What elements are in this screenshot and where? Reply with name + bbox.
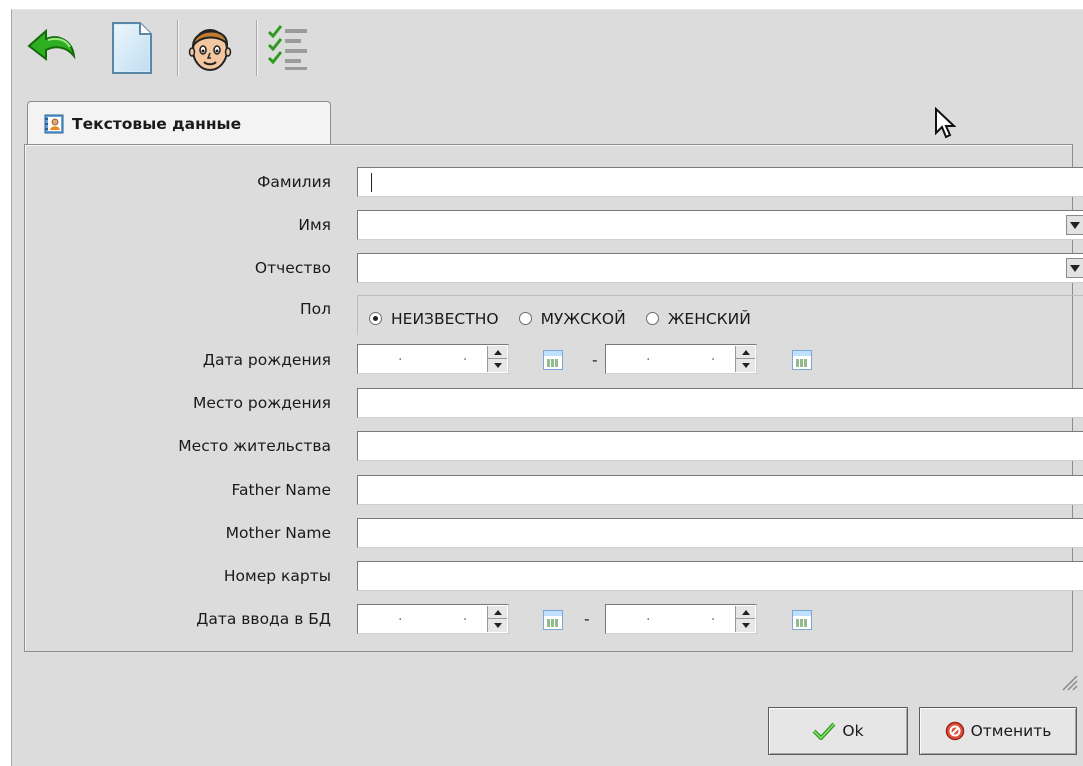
calendar-icon[interactable] (792, 350, 812, 370)
residence-input[interactable] (357, 431, 1083, 461)
cancel-button[interactable]: Отменить (919, 707, 1077, 755)
gender-option-label: МУЖСКОЙ (540, 309, 626, 328)
spin-down-icon (493, 622, 502, 628)
spin-down-icon (493, 362, 502, 368)
chevron-down-icon (1070, 221, 1080, 229)
spin-down-icon (741, 622, 750, 628)
first-name-label: Имя (298, 216, 331, 234)
date-spinner[interactable] (735, 606, 755, 632)
range-separator: - (592, 351, 598, 369)
calendar-icon[interactable] (543, 350, 563, 370)
first-name-dropdown-button[interactable] (1066, 215, 1083, 235)
date-mask: . . (398, 608, 496, 624)
spin-up-icon (741, 609, 750, 615)
residence-label: Место жительства (178, 437, 331, 455)
date-mask: . . (646, 608, 744, 624)
birth-date-label: Дата рождения (202, 351, 331, 369)
entry-date-to-input[interactable]: . . (605, 604, 757, 634)
back-button[interactable] (26, 18, 78, 78)
radio-selected[interactable] (369, 312, 382, 325)
gender-option-label: НЕИЗВЕСТНО (391, 309, 499, 328)
father-name-label: Father Name (231, 481, 331, 499)
chevron-down-icon (1070, 264, 1080, 272)
spin-up-icon (493, 609, 502, 615)
birth-place-input[interactable] (357, 388, 1083, 418)
back-arrow-icon (27, 28, 76, 62)
date-mask: . . (398, 348, 496, 364)
calendar-icon[interactable] (792, 610, 812, 630)
entry-date-label: Дата ввода в БД (196, 610, 331, 628)
mother-name-label: Mother Name (225, 524, 331, 542)
birth-place-label: Место рождения (193, 394, 331, 412)
date-spinner[interactable] (735, 346, 755, 372)
tab-label: Текстовые данные (72, 114, 242, 133)
date-mask: . . (646, 348, 744, 364)
gender-option-unknown[interactable]: НЕИЗВЕСТНО (369, 310, 499, 328)
last-name-label: Фамилия (257, 173, 331, 191)
date-spinner[interactable] (487, 606, 507, 632)
toolbar-separator (177, 20, 179, 76)
gender-option-female[interactable]: ЖЕНСКИЙ (645, 309, 751, 328)
father-name-input[interactable] (357, 475, 1083, 505)
patronymic-dropdown-button[interactable] (1066, 258, 1083, 278)
person-button[interactable] (184, 18, 236, 78)
address-book-icon (44, 114, 64, 133)
gender-radio-group: НЕИЗВЕСТНО МУЖСКОЙ ЖЕНСКИЙ (357, 295, 1083, 335)
spin-up-icon (493, 349, 502, 355)
ok-button[interactable]: Ok (768, 707, 908, 755)
radio-unselected[interactable] (518, 312, 532, 325)
calendar-icon[interactable] (543, 610, 563, 630)
toolbar-separator (256, 20, 258, 76)
resize-grip-icon[interactable] (1060, 673, 1078, 691)
patronymic-label: Отчество (254, 259, 331, 277)
radio-unselected[interactable] (645, 312, 659, 325)
birth-date-from-input[interactable]: . . (357, 344, 509, 374)
new-document-icon (112, 22, 152, 74)
range-separator: - (584, 610, 590, 628)
person-face-icon (188, 29, 232, 71)
last-name-input[interactable] (357, 167, 1083, 197)
text-caret (371, 173, 372, 192)
text-data-panel: Фамилия Имя Отчество Пол НЕИЗВЕСТНО МУЖС… (24, 144, 1083, 652)
ok-button-label: Ok (842, 722, 864, 740)
tab-text-data[interactable]: Текстовые данные (27, 101, 331, 145)
first-name-combo[interactable] (357, 210, 1083, 240)
checklist-button[interactable] (262, 18, 314, 78)
spin-up-icon (741, 349, 750, 355)
dialog-window: Текстовые данные Фамилия Имя Отчество По… (11, 9, 1083, 766)
new-document-button[interactable] (106, 18, 158, 78)
gender-option-male[interactable]: МУЖСКОЙ (518, 309, 626, 328)
gender-option-label: ЖЕНСКИЙ (667, 309, 751, 328)
mother-name-input[interactable] (357, 518, 1083, 548)
checklist-icon (267, 25, 307, 70)
patronymic-combo[interactable] (357, 253, 1083, 283)
card-number-label: Номер карты (223, 567, 331, 585)
cancel-button-label: Отменить (970, 722, 1052, 740)
mouse-cursor-icon (935, 107, 956, 139)
card-number-input[interactable] (357, 561, 1083, 591)
date-spinner[interactable] (487, 346, 507, 372)
spin-down-icon (741, 362, 750, 368)
birth-date-to-input[interactable]: . . (605, 344, 757, 374)
checkmark-icon (812, 722, 836, 740)
entry-date-from-input[interactable]: . . (357, 604, 509, 634)
cancel-icon (945, 721, 964, 741)
gender-label: Пол (299, 300, 331, 318)
